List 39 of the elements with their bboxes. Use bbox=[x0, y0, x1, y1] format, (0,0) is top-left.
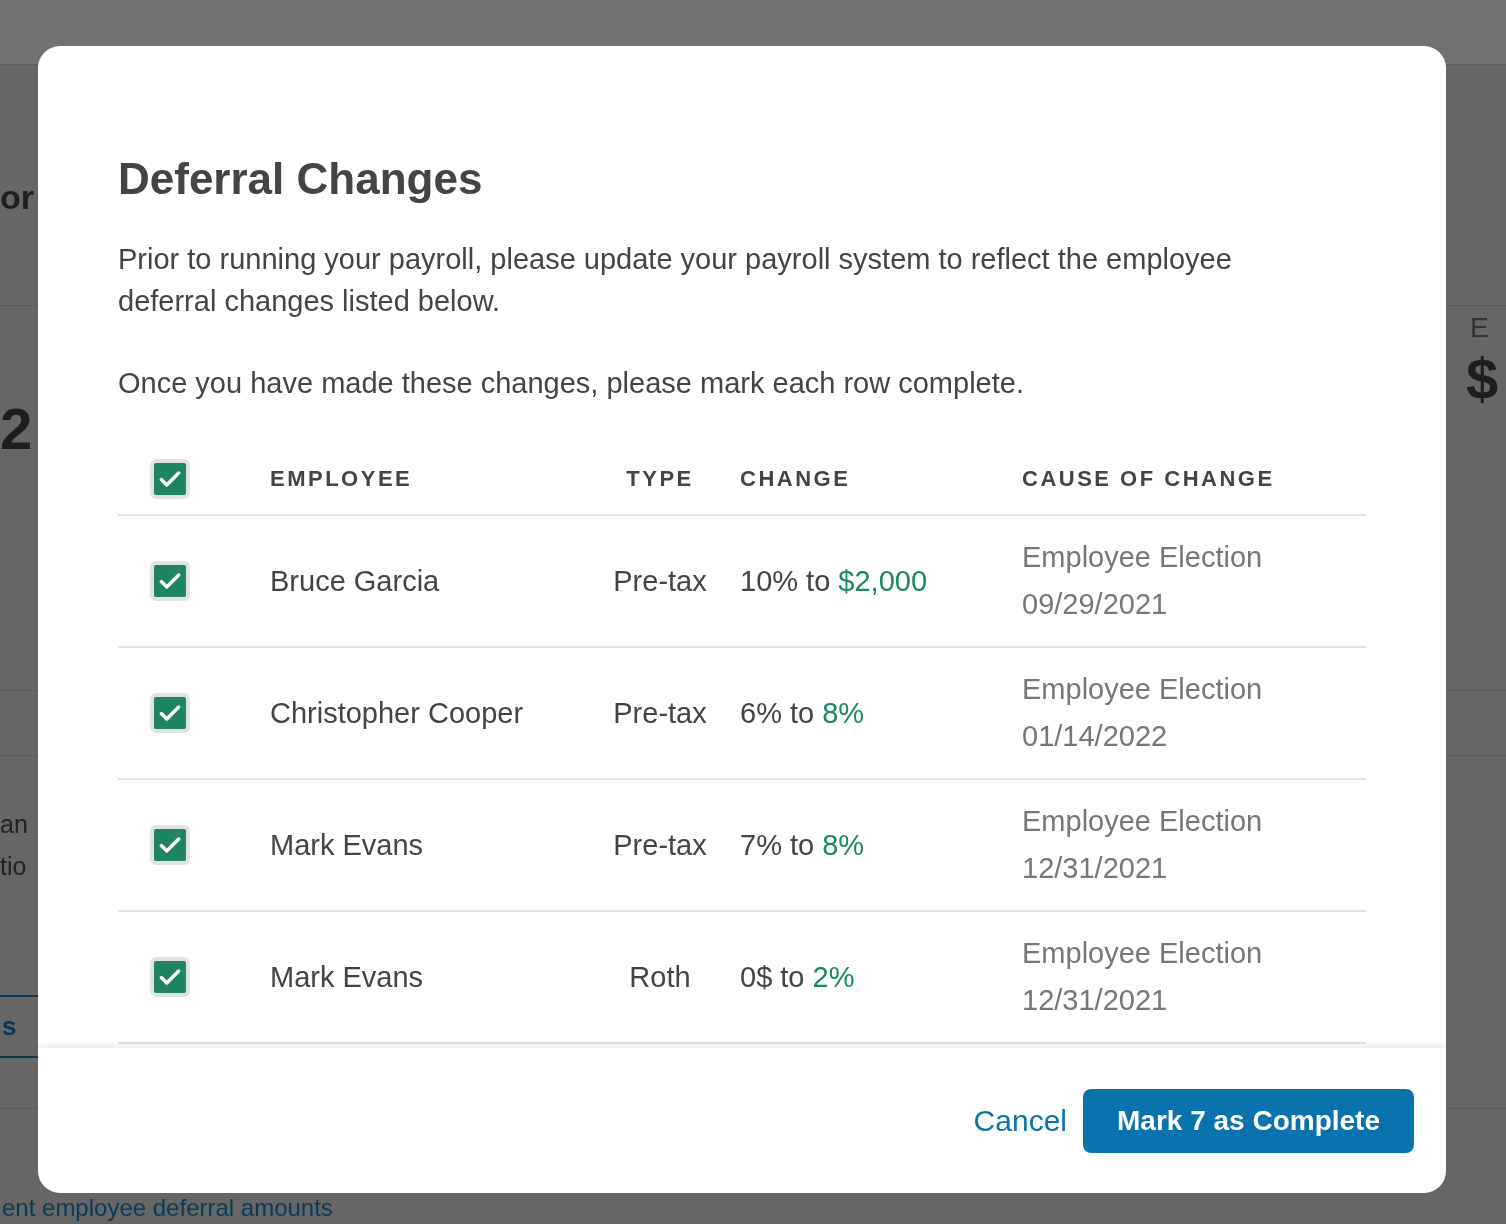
instruction-text: Once you have made these changes, please mark each row complete. bbox=[118, 366, 1025, 401]
page-heading: or bbox=[0, 178, 34, 217]
change-text: 6% to 8% bbox=[740, 696, 865, 729]
page-heading: $ bbox=[1466, 345, 1499, 412]
employee-name: Mark Evans bbox=[270, 960, 424, 993]
instruction-text: Prior to running your payroll, please update your payroll system to reflect the employee deferral changes listed below. bbox=[118, 242, 1233, 319]
cause-date: 12/31/2021 bbox=[1022, 851, 1168, 886]
dialog-title: Deferral Changes bbox=[118, 154, 484, 204]
row-checkbox[interactable] bbox=[150, 561, 190, 601]
column-header: TYPE bbox=[626, 466, 694, 491]
cause-text: Employee Election bbox=[1022, 672, 1263, 707]
select-all-checkbox[interactable] bbox=[150, 459, 190, 499]
cause-text: Employee Election bbox=[1022, 540, 1263, 575]
row-checkbox[interactable] bbox=[150, 825, 190, 865]
employee-name: Mark Evans bbox=[270, 828, 424, 861]
cause-text: Employee Election bbox=[1022, 804, 1263, 839]
column-header: CHANGE bbox=[740, 466, 851, 491]
employee-name: Christopher Cooper bbox=[270, 696, 524, 729]
cause-date: 09/29/2021 bbox=[1022, 587, 1168, 622]
column-header: CAUSE OF CHANGE bbox=[1022, 466, 1275, 491]
cause-date: 01/14/2022 bbox=[1022, 719, 1168, 754]
row-checkbox[interactable] bbox=[150, 693, 190, 733]
page-heading: 2 bbox=[0, 395, 33, 462]
cause-text: Employee Election bbox=[1022, 936, 1263, 971]
row-checkbox[interactable] bbox=[150, 957, 190, 997]
page-text: an bbox=[0, 810, 28, 839]
page-text: tio bbox=[0, 852, 27, 881]
mark-complete-button[interactable]: Mark 7 as Complete bbox=[1083, 1088, 1414, 1153]
employee-name: Bruce Garcia bbox=[270, 564, 440, 597]
cancel-link[interactable]: Cancel bbox=[973, 1103, 1067, 1138]
deferral-type: Pre-tax bbox=[613, 696, 707, 729]
change-text: 10% to $2,000 bbox=[740, 564, 928, 597]
column-header: EMPLOYEE bbox=[270, 466, 413, 491]
change-text: 7% to 8% bbox=[740, 828, 865, 861]
deferral-type: Pre-tax bbox=[613, 564, 707, 597]
deferral-type: Roth bbox=[629, 960, 691, 993]
cause-date: 12/31/2021 bbox=[1022, 983, 1168, 1018]
deferral-type: Pre-tax bbox=[613, 828, 707, 861]
change-text: 0$ to 2% bbox=[740, 960, 855, 993]
